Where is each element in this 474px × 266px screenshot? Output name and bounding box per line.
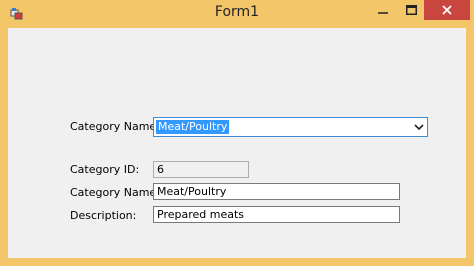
close-icon (442, 5, 452, 15)
maximize-icon (405, 5, 417, 15)
close-button[interactable] (424, 0, 470, 20)
description-label: Description: (70, 209, 137, 222)
combo-selected-value: Meat/Poultry (156, 120, 230, 134)
category-id-field[interactable]: 6 (153, 161, 249, 178)
category-name-label: Category Name: (70, 186, 160, 199)
minimize-icon (378, 12, 388, 14)
form-window: Form1 Category Name: Meat/Poultry Catego… (0, 0, 474, 266)
maximize-button[interactable] (398, 0, 424, 20)
combo-category-name-label: Category Name: (70, 120, 160, 133)
title-bar[interactable]: Form1 (0, 0, 474, 28)
category-name-field[interactable]: Meat/Poultry (153, 183, 400, 200)
category-id-label: Category ID: (70, 163, 140, 176)
category-combobox[interactable]: Meat/Poultry (153, 117, 428, 137)
chevron-down-icon[interactable] (414, 123, 424, 131)
description-field[interactable]: Prepared meats (153, 206, 400, 223)
minimize-button[interactable] (370, 0, 396, 20)
form-client-area: Category Name: Meat/Poultry Category ID:… (8, 28, 466, 258)
